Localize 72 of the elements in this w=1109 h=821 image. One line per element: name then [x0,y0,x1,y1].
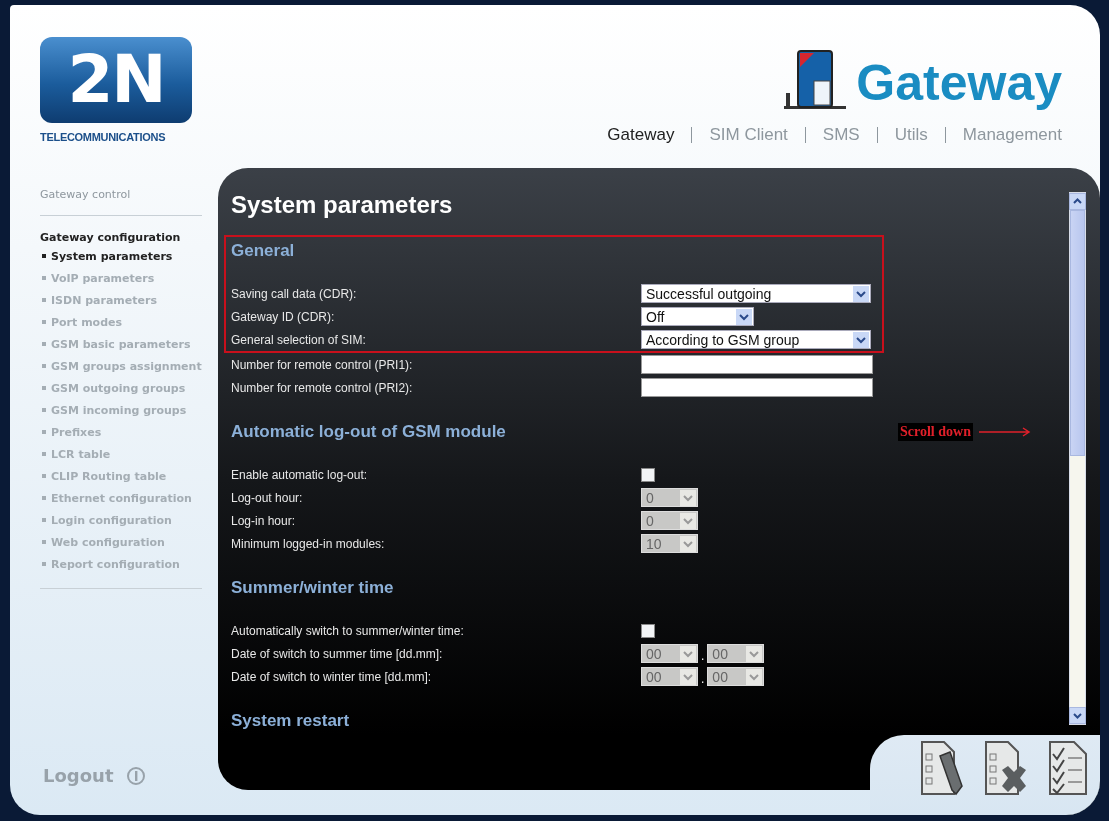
field-label: General selection of SIM: [231,332,367,347]
input-field[interactable] [641,355,873,374]
field-label: Minimum logged-in modules: [231,536,386,551]
nav-link[interactable]: SIM Client [709,125,788,145]
input-field[interactable] [641,378,873,397]
field-label: Date of switch to summer time [dd.mm]: [231,646,444,661]
chevron-down-icon [680,668,696,685]
section-title: Summer/winter time [231,577,395,599]
nav-link[interactable]: SMS [822,125,860,145]
dropdown[interactable]: Successful outgoing [641,284,871,303]
chevron-down-icon [736,308,752,325]
field-label: Number for remote control (PRI2): [231,380,414,395]
sidebar-group[interactable]: Gateway control [40,186,218,203]
nav-link[interactable]: Utils [894,125,928,145]
field-label: Number for remote control (PRI1): [231,357,414,372]
sidebar-item[interactable]: VoIP parameters [42,268,212,290]
chevron-down-icon [853,285,869,302]
sidebar-item[interactable]: Web configuration [42,532,212,554]
sidebar-item[interactable]: ISDN parameters [42,290,212,312]
chevron-down-icon [746,645,763,662]
page-title: System parameters [231,190,454,220]
sidebar-item[interactable]: Login configuration [42,510,212,532]
dropdown[interactable]: Off [641,307,754,326]
checkbox[interactable] [641,623,655,638]
nav-link[interactable]: Management [962,125,1062,145]
field-label: Date of switch to winter time [dd.mm]: [231,669,433,684]
field-label: Saving call data (CDR): [231,286,358,301]
field-label: Log-out hour: [231,490,304,505]
scroll-up-icon[interactable] [1069,193,1086,210]
sidebar-item[interactable]: GSM outgoing groups [42,378,212,400]
sidebar-item[interactable]: Ethernet configuration [42,488,212,510]
sidebar-item[interactable]: GSM incoming groups [42,400,212,422]
logo-subtitle: TELECOMMUNICATIONS [40,131,167,143]
chevron-down-icon [680,535,696,552]
checkbox[interactable] [641,467,655,482]
date-separator: . [700,672,706,686]
sidebar-item[interactable]: GSM basic parameters [42,334,212,356]
field-label: Gateway ID (CDR): [231,309,336,324]
annotation-arrow [978,427,1031,437]
sidebar-group[interactable]: Gateway configuration [40,229,218,246]
annotation-label: Scroll down [898,423,973,441]
sidebar-item[interactable]: Report configuration [42,554,212,576]
nav-link[interactable]: Gateway [607,125,675,145]
product-title: Gateway [856,54,1062,113]
sidebar-item[interactable]: Prefixes [42,422,212,444]
sidebar-item[interactable]: System parameters [42,246,212,268]
logout-link[interactable]: Logout [43,765,146,786]
chevron-down-icon [853,331,869,348]
chevron-down-icon [746,668,763,685]
chevron-down-icon [680,512,696,529]
section-title: General [231,240,296,262]
chevron-down-icon [680,489,696,506]
checklist-document-icon[interactable] [1048,740,1088,796]
field-label: Log-in hour: [231,513,297,528]
section-title: System restart [231,710,350,732]
section-title: Automatic log-out of GSM module [231,421,507,443]
sidebar-item[interactable]: CLIP Routing table [42,466,212,488]
gateway-device-icon [784,47,847,111]
sidebar-item[interactable]: LCR table [42,444,212,466]
delete-document-icon[interactable] [984,740,1028,796]
dropdown[interactable]: According to GSM group [641,330,871,349]
date-separator: . [700,649,706,663]
scrollbar[interactable] [1069,192,1086,725]
logo-mark: 2N [40,37,192,123]
sidebar-item[interactable]: GSM groups assignment [42,356,212,378]
field-label: Enable automatic log-out: [231,467,369,482]
power-icon [125,765,146,786]
sidebar-item[interactable]: Port modes [42,312,212,334]
edit-document-icon[interactable] [920,740,964,796]
scroll-down-icon[interactable] [1069,707,1086,724]
field-label: Automatically switch to summer/winter time: [231,623,465,638]
chevron-down-icon [680,645,696,662]
